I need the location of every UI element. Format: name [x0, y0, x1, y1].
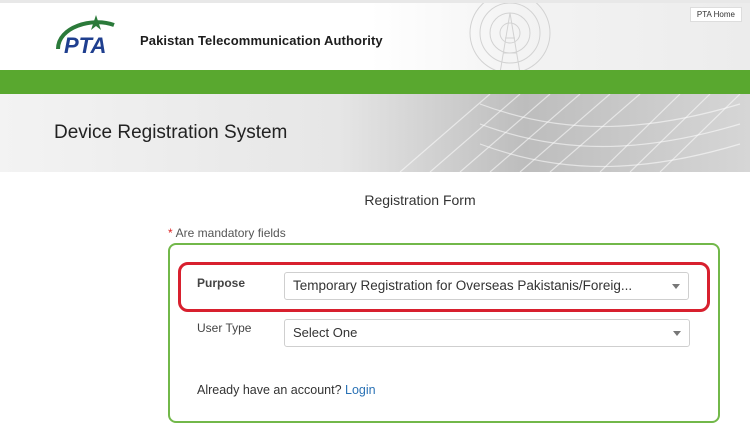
- banner-decoration: [399, 94, 741, 172]
- pta-home-link[interactable]: PTA Home: [689, 7, 742, 22]
- form-title: Registration Form: [364, 192, 476, 208]
- logo-text: PTA: [64, 33, 106, 58]
- organization-name: Pakistan Telecommunication Authority: [140, 33, 383, 48]
- purpose-selected-value: Temporary Registration for Overseas Paki…: [293, 278, 633, 293]
- purpose-label: Purpose: [197, 276, 246, 290]
- login-link[interactable]: Login: [345, 383, 376, 397]
- purpose-select[interactable]: Temporary Registration for Overseas Paki…: [284, 272, 689, 300]
- user-type-selected-value: Select One: [293, 325, 358, 340]
- page-banner: Device Registration System: [0, 94, 750, 172]
- account-prompt: Already have an account? Login: [197, 383, 376, 397]
- mandatory-text: Are mandatory fields: [175, 226, 286, 240]
- green-nav-bar: [0, 70, 750, 94]
- account-text: Already have an account?: [197, 383, 342, 397]
- user-type-select[interactable]: Select One: [284, 319, 690, 347]
- chevron-down-icon: [672, 284, 680, 289]
- user-type-label: User Type: [197, 321, 252, 335]
- chevron-down-icon: [673, 331, 681, 336]
- pta-logo[interactable]: PTA: [52, 13, 132, 61]
- site-header: PTA Pakistan Telecommunication Authority…: [0, 0, 750, 70]
- required-star: *: [168, 226, 173, 240]
- mandatory-note: * Are mandatory fields: [168, 226, 286, 240]
- page-title: Device Registration System: [54, 122, 288, 143]
